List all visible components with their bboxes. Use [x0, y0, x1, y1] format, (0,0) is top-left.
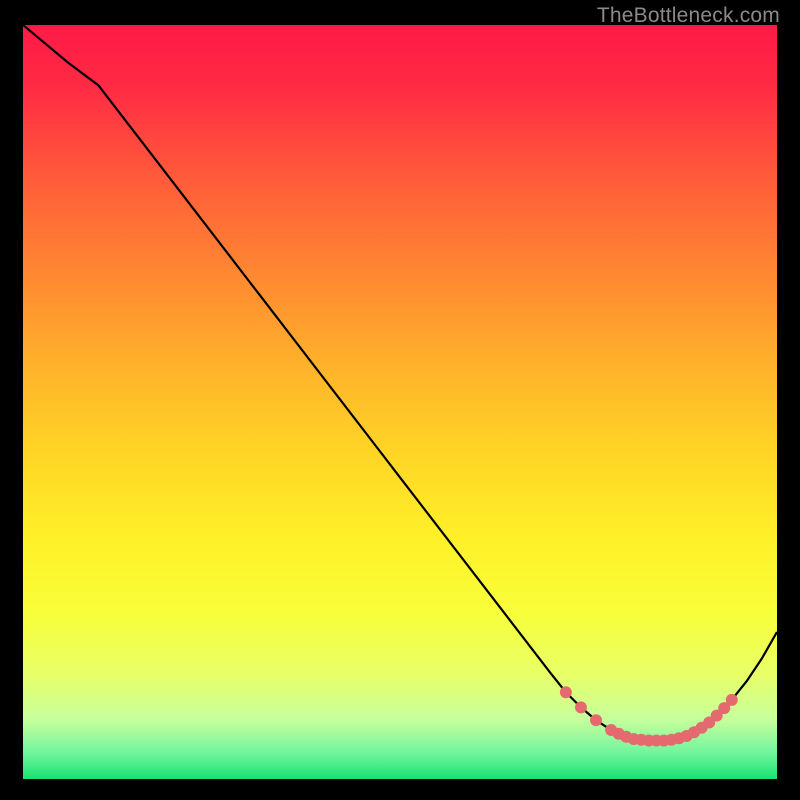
- chart-marker: [726, 694, 738, 706]
- chart-marker: [575, 701, 587, 713]
- chart-stage: TheBottleneck.com: [0, 0, 800, 800]
- chart-plot: [23, 25, 777, 779]
- chart-marker: [560, 686, 572, 698]
- gradient-background: [23, 25, 777, 779]
- chart-svg: [23, 25, 777, 779]
- chart-marker: [590, 714, 602, 726]
- watermark-text: TheBottleneck.com: [597, 4, 780, 28]
